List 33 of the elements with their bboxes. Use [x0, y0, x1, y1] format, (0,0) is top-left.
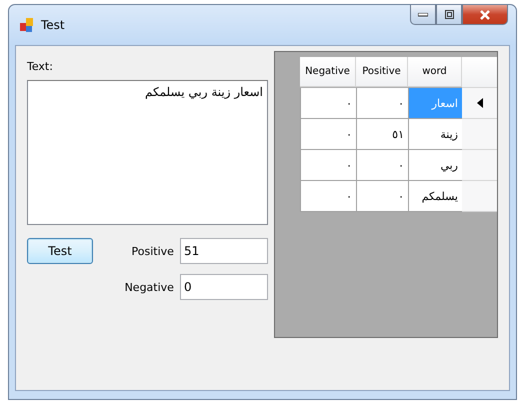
header-corner	[462, 57, 497, 88]
table-cell: ٠	[356, 88, 408, 119]
minimize-icon	[418, 12, 428, 16]
text-label: Text:	[27, 60, 54, 73]
text-area[interactable]: اسعار زينة ربي يسلمكم	[27, 80, 268, 225]
maximize-icon	[444, 10, 454, 19]
field-label: Negative	[124, 280, 174, 294]
test-button[interactable]: Test	[27, 238, 93, 264]
column-header[interactable]: Positive	[356, 57, 408, 87]
column-header[interactable]: Negative	[300, 57, 356, 87]
close-icon	[480, 10, 490, 20]
table-cell: ربي	[408, 150, 462, 181]
table-cell: ٠	[356, 181, 408, 212]
table-cell: ٥١	[356, 119, 408, 150]
table-cell: ٠	[300, 88, 356, 119]
table-cell: ٠	[300, 181, 356, 212]
maximize-button[interactable]	[436, 5, 462, 25]
window-title: Test	[41, 18, 66, 32]
column-header[interactable]: word	[408, 57, 462, 87]
minimize-button[interactable]	[410, 5, 436, 25]
table-cell: اسعار	[408, 88, 462, 119]
table-cell: زينة	[408, 119, 462, 150]
current-row-icon	[476, 98, 482, 108]
table-cell: ٠	[300, 119, 356, 150]
table-cell: يسلمكم	[408, 181, 462, 212]
input-field[interactable]: 51	[180, 238, 268, 264]
close-button[interactable]	[462, 5, 508, 25]
table-cell: ٠	[300, 150, 356, 181]
field-label: Positive	[132, 244, 174, 258]
row-header[interactable]	[462, 88, 497, 119]
input-field[interactable]: 0	[180, 274, 268, 300]
app-icon	[19, 17, 35, 33]
table-cell: ٠	[356, 150, 408, 181]
